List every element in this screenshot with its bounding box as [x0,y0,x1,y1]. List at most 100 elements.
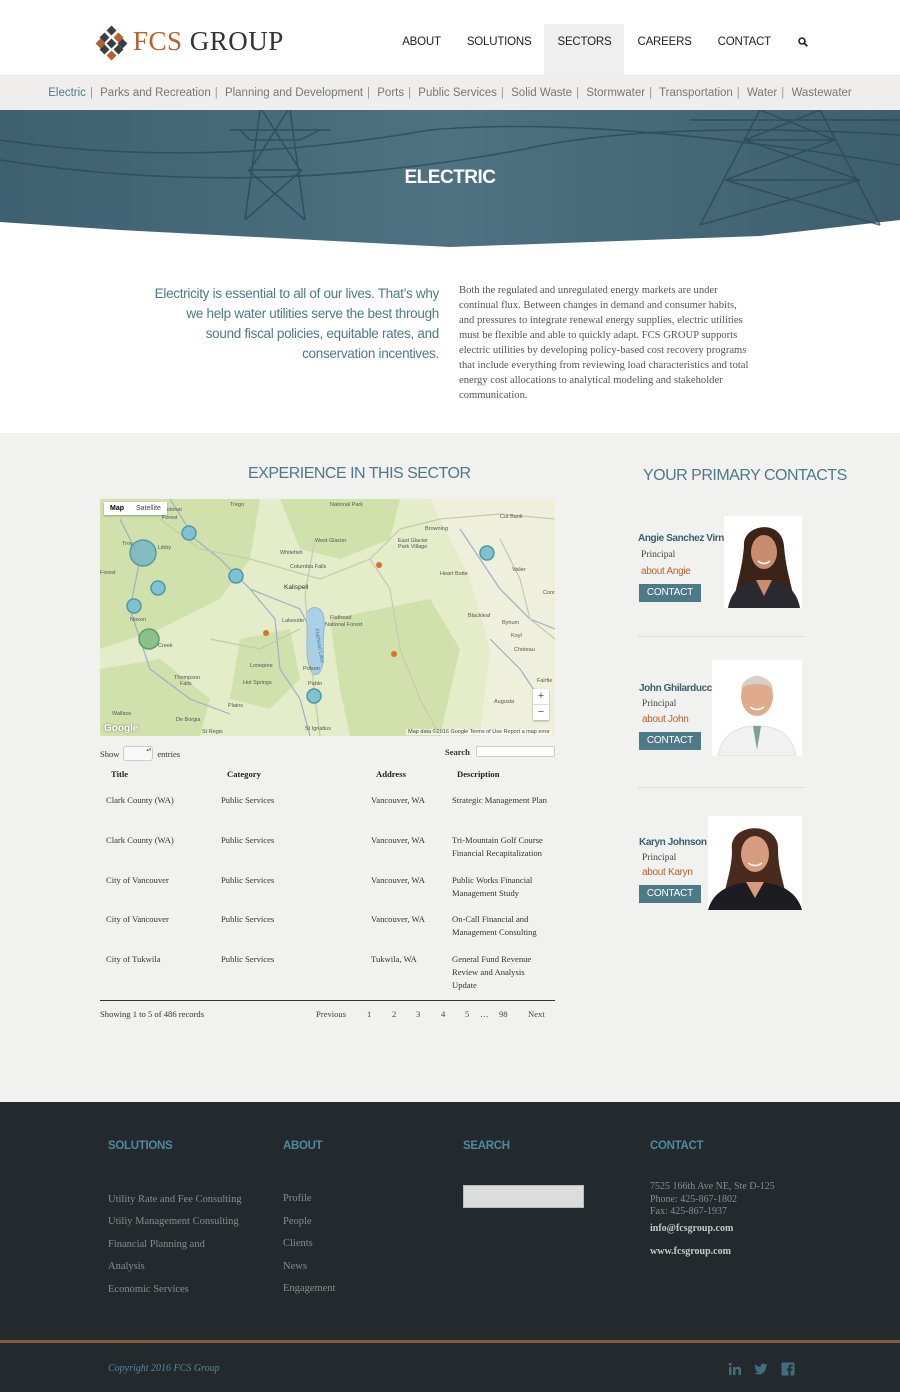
intro-body: Both the regulated and unregulated energ… [459,285,749,401]
pager-page-3[interactable]: 3 [416,1009,420,1019]
subnav-water[interactable]: Water [747,87,777,99]
footer-link-engagement[interactable]: Engagement [283,1283,335,1294]
svg-text:Noxon: Noxon [130,617,146,623]
subnav-wastewater[interactable]: Wastewater [791,87,851,99]
footer-email-link[interactable]: info@fcsgroup.com [650,1223,733,1234]
contact-button[interactable]: CONTACT [639,885,701,903]
footer-link-rate-fee[interactable]: Utility Rate and Fee Consulting [108,1194,242,1205]
column-description[interactable]: Description [457,769,500,779]
svg-text:Trego: Trego [230,502,244,508]
footer-link-economic[interactable]: Economic Services [108,1284,189,1295]
svg-text:Wallace: Wallace [112,711,131,717]
facebook-icon[interactable] [781,1362,795,1376]
footer-address: 7525 166th Ave NE, Ste D-125 Phone: 425-… [650,1181,775,1219]
svg-text:Pablo: Pablo [308,681,322,687]
svg-text:St Ignatius: St Ignatius [305,726,331,732]
subnav-ports[interactable]: Ports [377,87,404,99]
column-address[interactable]: Address [376,769,406,779]
pager-page-4[interactable]: 4 [441,1009,445,1019]
column-title[interactable]: Title [111,769,128,779]
footer-website-link[interactable]: www.fcsgroup.com [650,1246,731,1257]
column-category[interactable]: Category [227,769,261,779]
map-canvas[interactable]: National Park Trego Cut Bank Browning Ea… [100,499,555,736]
subnav-parks[interactable]: Parks and Recreation [100,87,211,99]
subnav-electric[interactable]: Electric [48,87,86,99]
svg-text:Hot Springs: Hot Springs [243,680,272,686]
nav-sectors[interactable]: SECTORS [544,24,625,75]
footer-link-news[interactable]: News [283,1261,307,1272]
cell-title: Clark County (WA) [106,795,174,805]
subnav-planning[interactable]: Planning and Development [225,87,363,99]
svg-text:Whitefish: Whitefish [280,550,303,556]
cell-address: Vancouver, WA [371,835,425,845]
svg-text:National Forest: National Forest [325,622,363,628]
cell-category: Public Services [221,835,275,845]
pager-previous[interactable]: Previous [316,1009,346,1019]
footer-link-financial-planning-cont[interactable]: Analysis [108,1261,145,1272]
svg-text:Kalispell: Kalispell [284,584,309,591]
logo-text: FCS GROUP [133,26,284,56]
footer-search-title: SEARCH [463,1140,510,1152]
table-search-input[interactable] [475,746,555,757]
contact-photo-angie [724,516,802,608]
svg-text:Blackleaf: Blackleaf [468,613,491,619]
svg-text:Creek: Creek [158,643,173,649]
search-icon[interactable] [784,24,818,75]
pager-page-5[interactable]: 5 [465,1009,469,1019]
contact-role: Principal [641,550,676,560]
footer-link-people[interactable]: People [283,1216,312,1227]
contact-button[interactable]: CONTACT [639,584,701,602]
map-tab-satellite[interactable]: Satellite [130,502,167,515]
cell-address: Tukwila, WA [371,954,417,964]
pager-page-1[interactable]: 1 [367,1009,371,1019]
map-tab-map[interactable]: Map [104,502,130,515]
contact-about-link[interactable]: about Angie [641,566,691,577]
site-header: FCS GROUP ABOUT SOLUTIONS SECTORS CAREER… [0,0,900,75]
pager-next[interactable]: Next [528,1009,545,1019]
svg-text:Koyl: Koyl [511,633,522,639]
nav-contact[interactable]: CONTACT [705,24,784,75]
sector-subnav: Electric | Parks and Recreation | Planning… [0,75,900,110]
cell-description: Tri-Mountain Golf Course Financial Recap… [452,835,543,858]
footer-link-financial-planning[interactable]: Financial Planning and [108,1239,205,1250]
contact-about-link[interactable]: about John [642,714,689,725]
subnav-solid-waste[interactable]: Solid Waste [511,87,572,99]
zoom-in-button[interactable]: + [533,689,549,705]
google-logo: Google [104,723,139,734]
subnav-stormwater[interactable]: Stormwater [586,87,645,99]
cell-title: City of Tukwila [106,954,161,964]
pager-page-last[interactable]: 98 [499,1009,508,1019]
footer-link-clients[interactable]: Clients [283,1238,313,1249]
logo-mark-icon [95,25,128,60]
pager-page-2[interactable]: 2 [392,1009,396,1019]
subnav-public-services[interactable]: Public Services [418,87,497,99]
logo[interactable]: FCS GROUP [95,25,284,60]
linkedin-icon[interactable] [728,1362,742,1376]
footer-link-profile[interactable]: Profile [283,1193,312,1204]
zoom-out-button[interactable]: − [533,705,549,720]
cell-address: Vancouver, WA [371,914,425,924]
subnav-transportation[interactable]: Transportation [659,87,733,99]
svg-text:Lonepine: Lonepine [250,663,273,669]
cell-category: Public Services [221,795,275,805]
nav-solutions[interactable]: SOLUTIONS [454,24,545,75]
contact-role: Principal [642,699,677,709]
svg-text:Lakeside: Lakeside [282,618,304,624]
nav-careers[interactable]: CAREERS [624,24,704,75]
contact-about-link[interactable]: about Karyn [642,867,693,878]
footer-search-input[interactable] [463,1185,584,1208]
map-zoom-control: + − [533,689,549,720]
svg-text:West Glacier: West Glacier [315,538,347,544]
svg-text:Falls: Falls [180,681,192,687]
cell-description: Strategic Management Plan [452,795,547,805]
hero-banner: ELECTRIC [0,110,900,248]
svg-text:Fairfie: Fairfie [537,678,552,684]
nav-about[interactable]: ABOUT [389,24,454,75]
map-attribution[interactable]: Map data ©2016 Google Terms of Use Repor… [406,729,552,735]
contact-button[interactable]: CONTACT [639,732,701,750]
cell-category: Public Services [221,954,275,964]
footer-link-management[interactable]: Utiliy Management Consulting [108,1216,239,1227]
twitter-icon[interactable] [754,1362,768,1376]
entries-select[interactable] [123,746,154,761]
project-map[interactable]: National Park Trego Cut Bank Browning Ea… [100,499,555,736]
